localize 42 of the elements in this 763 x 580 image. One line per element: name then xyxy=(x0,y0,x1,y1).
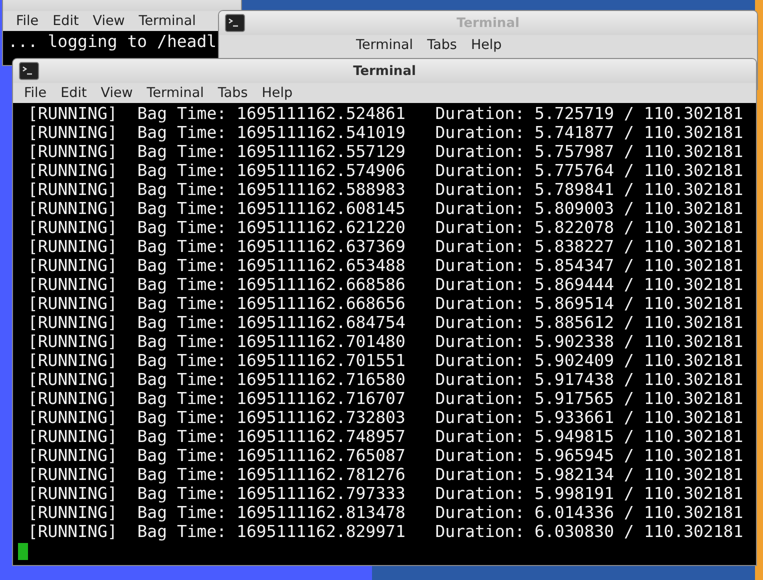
menu-item[interactable]: Edit xyxy=(54,85,94,101)
terminal-line: [RUNNING] Bag Time: 1695111162.541019 Duration: 5.741877 / 110.302181 xyxy=(26,123,744,142)
menu-item[interactable]: Terminal xyxy=(132,13,203,29)
menu-item[interactable]: View xyxy=(94,85,140,101)
window-title: Terminal xyxy=(352,64,417,78)
terminal-line: [RUNNING] Bag Time: 1695111162.732803 Duration: 5.933661 / 110.302181 xyxy=(26,408,744,427)
menu-item[interactable]: Help xyxy=(464,37,509,53)
terminal-line: [RUNNING] Bag Time: 1695111162.748957 Duration: 5.949815 / 110.302181 xyxy=(26,427,744,446)
menu-item[interactable]: File xyxy=(17,85,54,101)
terminal-line: [RUNNING] Bag Time: 1695111162.701480 Duration: 5.902338 / 110.302181 xyxy=(26,332,744,351)
terminal-line: [RUNNING] Bag Time: 1695111162.588983 Duration: 5.789841 / 110.302181 xyxy=(26,180,744,199)
terminal-line: [RUNNING] Bag Time: 1695111162.668586 Duration: 5.869444 / 110.302181 xyxy=(26,275,744,294)
terminal-line: [RUNNING] Bag Time: 1695111162.701551 Duration: 5.902409 / 110.302181 xyxy=(26,351,744,370)
terminal-line: [RUNNING] Bag Time: 1695111162.557129 Duration: 5.757987 / 110.302181 xyxy=(26,142,744,161)
terminal-line: ... logging to /headl xyxy=(8,32,218,51)
menu-item[interactable]: Help xyxy=(254,85,300,101)
terminal-line: [RUNNING] Bag Time: 1695111162.829971 Duration: 6.030830 / 110.302181 xyxy=(26,522,744,541)
menu-item[interactable]: Tabs xyxy=(420,37,464,53)
menu-item[interactable]: Terminal xyxy=(349,37,420,53)
terminal-line: [RUNNING] Bag Time: 1695111162.524861 Duration: 5.725719 / 110.302181 xyxy=(26,104,744,123)
terminal-line: [RUNNING] Bag Time: 1695111162.781276 Duration: 5.982134 / 110.302181 xyxy=(26,465,744,484)
menu-item[interactable]: View xyxy=(86,13,132,29)
terminal-icon xyxy=(19,62,39,80)
terminal-icon xyxy=(225,14,245,32)
window-title: Terminal xyxy=(456,16,520,30)
terminal-line: [RUNNING] Bag Time: 1695111162.716707 Duration: 5.917565 / 110.302181 xyxy=(26,389,744,408)
terminal-line: [RUNNING] Bag Time: 1695111162.637369 Duration: 5.838227 / 110.302181 xyxy=(26,237,744,256)
terminal-line: [RUNNING] Bag Time: 1695111162.797333 Duration: 5.998191 / 110.302181 xyxy=(26,484,744,503)
terminal-line: [RUNNING] Bag Time: 1695111162.653488 Duration: 5.854347 / 110.302181 xyxy=(26,256,744,275)
terminal-line: [RUNNING] Bag Time: 1695111162.716580 Duration: 5.917438 / 110.302181 xyxy=(26,370,744,389)
terminal-line: [RUNNING] Bag Time: 1695111162.608145 Duration: 5.809003 / 110.302181 xyxy=(26,199,744,218)
menu-item[interactable]: Edit xyxy=(46,13,86,29)
menu-item[interactable]: Tabs xyxy=(210,85,255,101)
text-cursor xyxy=(18,543,28,560)
terminal-line: [RUNNING] Bag Time: 1695111162.765087 Duration: 5.965945 / 110.302181 xyxy=(26,446,744,465)
terminal-line: [RUNNING] Bag Time: 1695111162.621220 Duration: 5.822078 / 110.302181 xyxy=(26,218,744,237)
terminal-line: [RUNNING] Bag Time: 1695111162.574906 Duration: 5.775764 / 110.302181 xyxy=(26,161,744,180)
menu-item[interactable]: Terminal xyxy=(140,85,211,101)
menu-item[interactable]: File xyxy=(9,13,46,29)
terminal-line: [RUNNING] Bag Time: 1695111162.684754 Duration: 5.885612 / 110.302181 xyxy=(26,313,744,332)
terminal-line: [RUNNING] Bag Time: 1695111162.668656 Duration: 5.869514 / 110.302181 xyxy=(26,294,744,313)
terminal-line: [RUNNING] Bag Time: 1695111162.813478 Duration: 6.014336 / 110.302181 xyxy=(26,503,744,522)
